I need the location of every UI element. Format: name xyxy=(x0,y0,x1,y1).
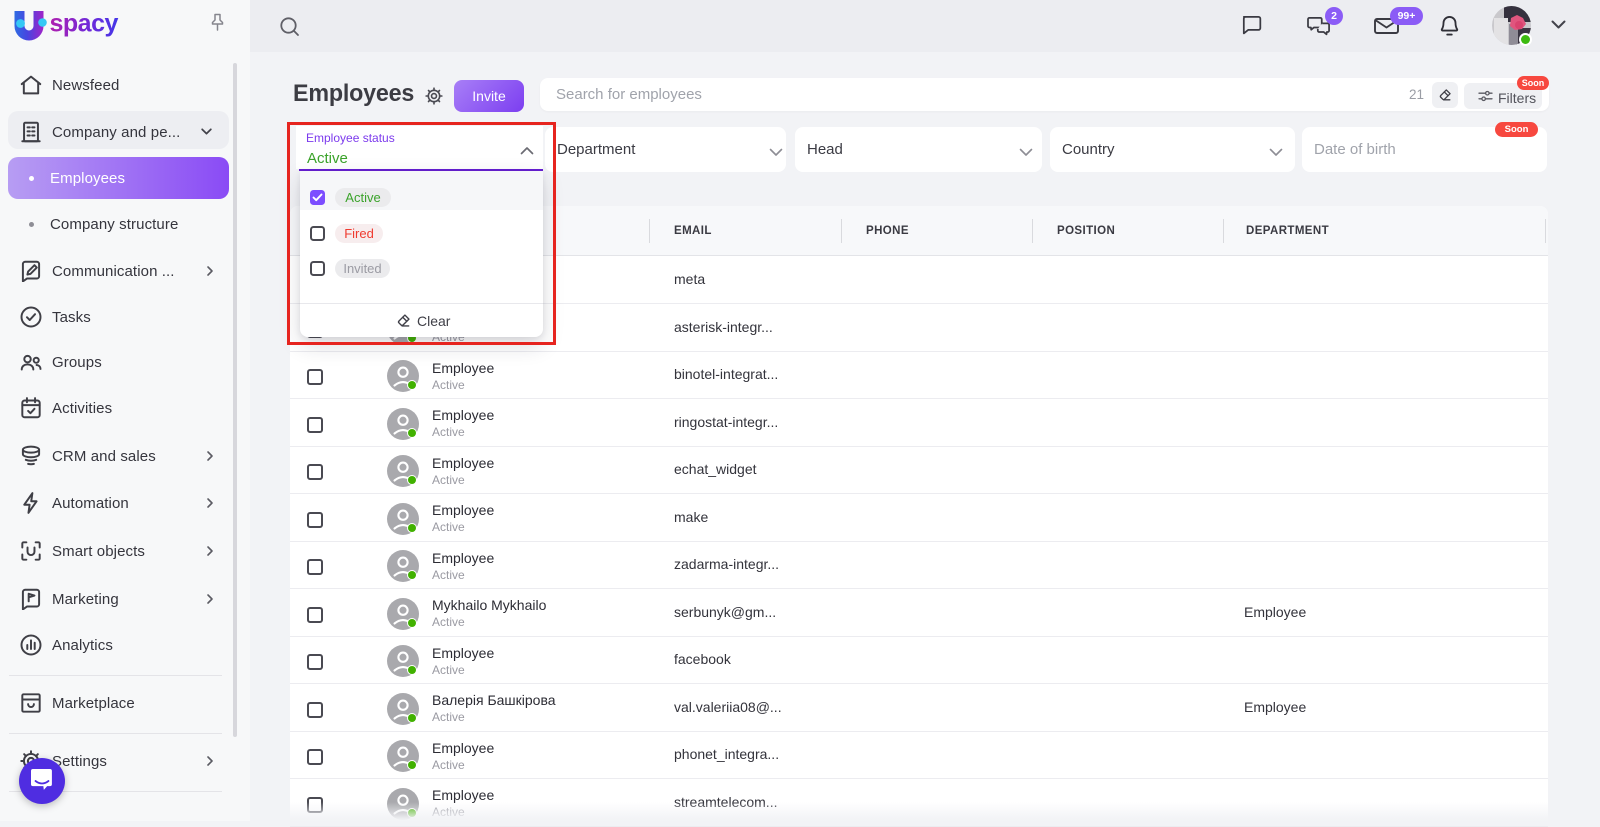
svg-text:spacy: spacy xyxy=(50,10,119,38)
